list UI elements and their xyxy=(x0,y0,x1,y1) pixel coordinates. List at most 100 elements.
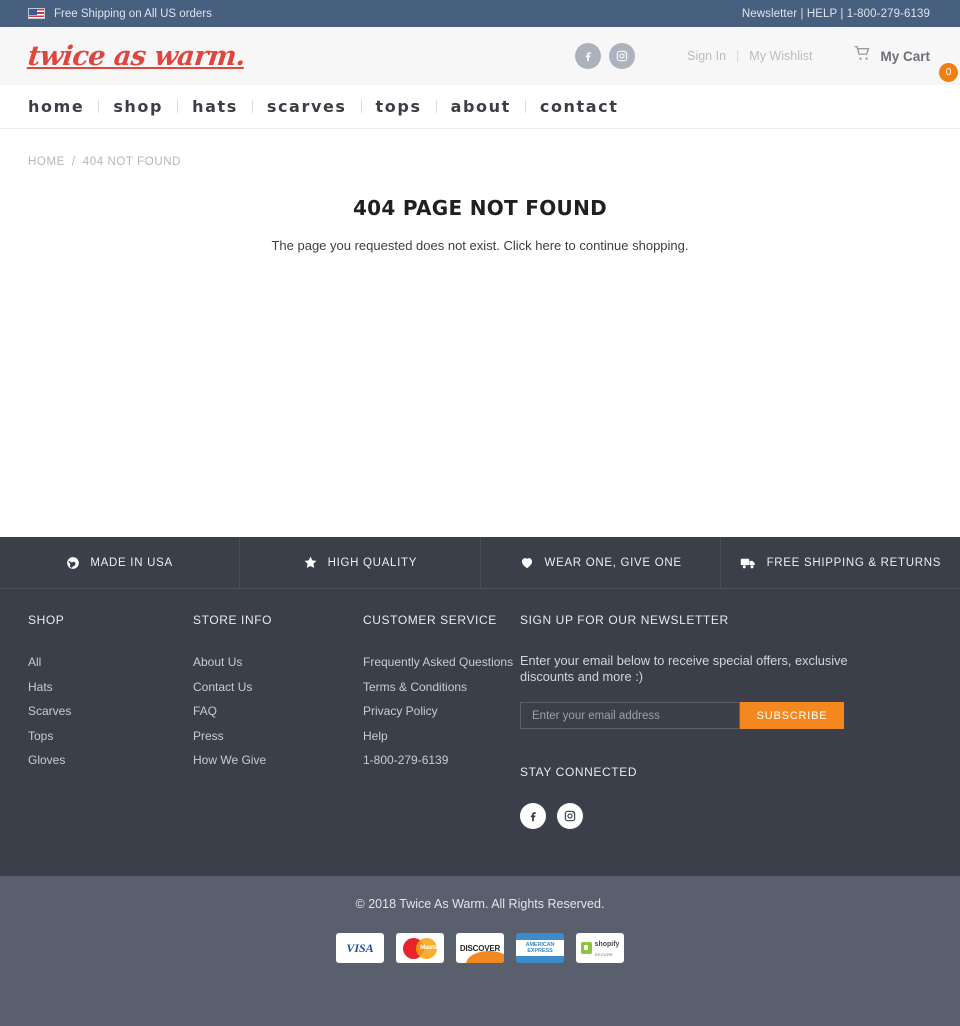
footer-link-hats[interactable]: Hats xyxy=(28,680,53,694)
amex-label: AMERICAN EXPRESS xyxy=(516,939,564,957)
shipping-notice-text: Free Shipping on All US orders xyxy=(54,7,212,20)
help-link[interactable]: HELP xyxy=(807,8,837,20)
footer-heading-store-info: STORE INFO xyxy=(193,613,273,627)
list-item: Tops xyxy=(28,727,193,745)
visa-label: VISA xyxy=(346,940,374,955)
nav-item-scarves[interactable]: scarves xyxy=(253,97,361,116)
footer-column-newsletter: SIGN UP FOR OUR NEWSLETTER Enter your em… xyxy=(520,613,932,876)
discover-label: DISCOVER xyxy=(459,943,501,953)
list-item: About Us xyxy=(193,653,363,671)
footer-link-faq[interactable]: FAQ xyxy=(193,704,217,718)
nav-item-hats[interactable]: hats xyxy=(178,97,252,116)
facebook-icon[interactable] xyxy=(575,43,602,69)
list-item: FAQ xyxy=(193,702,363,720)
footer-link-contact-us[interactable]: Contact Us xyxy=(193,680,252,694)
subscribe-button[interactable]: SUBSCRIBE xyxy=(740,702,844,730)
amex-icon: AMERICAN EXPRESS xyxy=(516,933,564,963)
mastercard-label: MasterCard xyxy=(420,943,444,951)
footer-link-privacy[interactable]: Privacy Policy xyxy=(363,704,438,718)
newsletter-email-input[interactable] xyxy=(520,702,740,730)
error-message: The page you requested does not exist. C… xyxy=(0,238,960,253)
shopify-sublabel: SECURE xyxy=(594,952,614,957)
topbar-separator-2: | xyxy=(840,7,844,20)
truck-icon xyxy=(740,556,757,570)
feature-high-quality: HIGH QUALITY xyxy=(240,537,481,588)
list-item: Privacy Policy xyxy=(363,702,520,720)
footer-link-press[interactable]: Press xyxy=(193,729,224,743)
feature-made-in-usa: MADE IN USA xyxy=(0,537,241,588)
list-item: Gloves xyxy=(28,751,193,769)
page-title: 404 PAGE NOT FOUND xyxy=(352,196,608,220)
cart-button[interactable]: My Cart 0 xyxy=(854,46,958,82)
footer-link-scarves[interactable]: Scarves xyxy=(28,704,71,718)
breadcrumb-separator: / xyxy=(71,156,76,168)
main-navigation: home shop hats scarves tops about contac… xyxy=(0,85,960,129)
instagram-icon[interactable] xyxy=(609,43,636,69)
footer-link-how-we-give[interactable]: How We Give xyxy=(193,753,266,767)
newsletter-link[interactable]: Newsletter xyxy=(742,8,797,20)
account-links: Sign In | My Wishlist xyxy=(687,49,812,63)
feature-bar: MADE IN USA HIGH QUALITY WEAR ONE, GIVE … xyxy=(0,537,960,588)
shopify-secure-icon: shopify SECURE xyxy=(576,933,624,963)
footer-shop-list: All Hats Scarves Tops Gloves xyxy=(28,653,193,769)
list-item: All xyxy=(28,653,193,671)
breadcrumb-home[interactable]: HOME xyxy=(28,156,65,168)
feature-label: MADE IN USA xyxy=(90,556,173,569)
footer-cs-list: Frequently Asked Questions Terms & Condi… xyxy=(363,653,520,769)
main-content: 404 PAGE NOT FOUND The page you requeste… xyxy=(0,168,960,253)
footer-link-faq-long[interactable]: Frequently Asked Questions xyxy=(363,655,513,669)
footer-link-terms[interactable]: Terms & Conditions xyxy=(363,680,467,694)
heart-icon xyxy=(519,555,535,570)
visa-icon: VISA xyxy=(336,933,384,963)
list-item: Press xyxy=(193,727,363,745)
announcement-bar: Free Shipping on All US orders Newslette… xyxy=(0,0,960,27)
site-logo[interactable]: twice as warm. xyxy=(26,41,246,72)
discover-icon: DISCOVER xyxy=(456,933,504,963)
footer-store-list: About Us Contact Us FAQ Press How We Giv… xyxy=(193,653,363,769)
topbar-links: Newsletter | HELP | 1-800-279-6139 xyxy=(742,8,930,20)
shipping-notice: Free Shipping on All US orders xyxy=(28,8,212,20)
nav-item-about[interactable]: about xyxy=(437,97,525,116)
nav-item-contact[interactable]: contact xyxy=(526,97,633,116)
stay-connected-heading: STAY CONNECTED xyxy=(520,765,638,780)
feature-label: HIGH QUALITY xyxy=(327,556,418,569)
copyright-text: © 2018 Twice As Warm. All Rights Reserve… xyxy=(355,897,605,911)
footer-link-tops[interactable]: Tops xyxy=(28,729,53,743)
breadcrumb: HOME / 404 NOT FOUND xyxy=(0,129,960,168)
list-item: How We Give xyxy=(193,751,363,769)
phone-link[interactable]: 1-800-279-6139 xyxy=(847,8,930,20)
list-item: Frequently Asked Questions xyxy=(363,653,520,671)
site-header: twice as warm. Sign In | My Wishlist My … xyxy=(0,27,960,85)
nav-item-shop[interactable]: shop xyxy=(99,97,177,116)
list-item: Contact Us xyxy=(193,678,363,696)
footer-column-shop: SHOP All Hats Scarves Tops Gloves xyxy=(28,613,193,876)
instagram-icon[interactable] xyxy=(557,803,583,830)
footer-bottom-bar: © 2018 Twice As Warm. All Rights Reserve… xyxy=(0,876,960,1026)
footer-phone-number: 1-800-279-6139 xyxy=(363,753,449,767)
footer-link-gloves[interactable]: Gloves xyxy=(28,753,65,767)
footer-heading-shop: SHOP xyxy=(28,613,65,627)
footer-column-customer-service: CUSTOMER SERVICE Frequently Asked Questi… xyxy=(363,613,520,876)
sign-in-link[interactable]: Sign In xyxy=(687,49,726,63)
header-utilities: Sign In | My Wishlist My Cart 0 xyxy=(575,43,958,82)
newsletter-description: Enter your email below to receive specia… xyxy=(520,653,848,685)
continue-shopping-link[interactable]: here xyxy=(535,238,561,253)
lock-icon xyxy=(580,942,592,954)
nav-item-tops[interactable]: tops xyxy=(362,97,436,116)
list-item: Terms & Conditions xyxy=(363,678,520,696)
footer-link-about-us[interactable]: About Us xyxy=(193,655,242,669)
newsletter-form: SUBSCRIBE xyxy=(520,702,932,730)
topbar-separator-1: | xyxy=(800,7,804,20)
footer-link-all[interactable]: All xyxy=(28,655,41,669)
footer-link-help[interactable]: Help xyxy=(363,729,388,743)
wishlist-link[interactable]: My Wishlist xyxy=(749,49,812,63)
cart-label: My Cart xyxy=(880,48,930,64)
list-item: Scarves xyxy=(28,702,193,720)
error-message-after: to continue shopping. xyxy=(561,238,689,253)
shopify-label: shopify xyxy=(594,941,620,948)
nav-item-home[interactable]: home xyxy=(28,97,98,116)
footer-heading-newsletter: SIGN UP FOR OUR NEWSLETTER xyxy=(520,613,729,627)
feature-label: FREE SHIPPING & RETURNS xyxy=(766,556,942,569)
list-item: Hats xyxy=(28,678,193,696)
facebook-icon[interactable] xyxy=(520,803,546,830)
